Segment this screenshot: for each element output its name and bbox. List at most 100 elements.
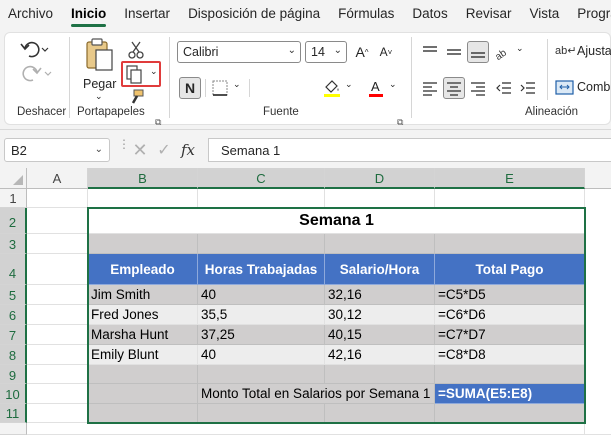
table-cell[interactable]: Jim Smith xyxy=(88,285,198,305)
tab-disposicion-pagina[interactable]: Disposición de página xyxy=(179,0,329,28)
table-cell[interactable]: 32,16 xyxy=(325,285,435,305)
copy-button[interactable]: ⌄ xyxy=(121,61,161,87)
row-header-6[interactable]: 6 xyxy=(0,305,27,325)
name-box[interactable]: B2 ⌄ xyxy=(4,138,110,162)
font-name-select[interactable]: Calibri ⌄ xyxy=(177,41,301,63)
cell-a5[interactable] xyxy=(27,285,88,305)
cell-a7[interactable] xyxy=(27,325,88,345)
merge-center-button[interactable]: Comb xyxy=(553,77,611,99)
increase-indent-button[interactable] xyxy=(517,77,539,99)
chevron-down-icon[interactable]: ⌄ xyxy=(345,79,353,90)
row-header-11[interactable]: 11 xyxy=(0,404,27,423)
align-right-button[interactable] xyxy=(467,77,489,99)
align-left-button[interactable] xyxy=(419,77,441,99)
tab-archivo[interactable]: Archivo xyxy=(0,0,62,28)
cell-b11[interactable] xyxy=(88,404,198,423)
cell-b9[interactable] xyxy=(88,365,198,384)
table-cell[interactable]: 37,25 xyxy=(198,325,325,345)
cell-c3[interactable] xyxy=(198,234,325,254)
cell-f-column[interactable] xyxy=(585,189,611,435)
cell-a11[interactable] xyxy=(27,404,88,423)
cell-e3[interactable] xyxy=(435,234,585,254)
cancel-icon[interactable]: ✕ xyxy=(128,140,152,161)
align-bottom-button[interactable] xyxy=(467,41,489,63)
table-cell[interactable]: =C8*D8 xyxy=(435,345,585,365)
tab-insertar[interactable]: Insertar xyxy=(115,0,179,28)
align-top-button[interactable] xyxy=(419,41,441,63)
column-header-b[interactable]: B xyxy=(88,168,198,189)
bold-button[interactable]: N xyxy=(179,77,201,99)
redo-button[interactable] xyxy=(17,63,53,85)
formula-input[interactable]: Semana 1 xyxy=(208,138,611,162)
cell-b1[interactable] xyxy=(88,189,198,208)
row-header-10[interactable]: 10 xyxy=(0,384,27,404)
table-cell[interactable]: =C6*D6 xyxy=(435,305,585,325)
align-middle-button[interactable] xyxy=(443,41,465,63)
table-cell[interactable]: Marsha Hunt xyxy=(88,325,198,345)
cell-d9[interactable] xyxy=(325,365,435,384)
cell-b3[interactable] xyxy=(88,234,198,254)
table-cell[interactable]: Emily Blunt xyxy=(88,345,198,365)
row-header-4[interactable]: 4 xyxy=(0,254,27,285)
cell-c9[interactable] xyxy=(198,365,325,384)
tab-revisar[interactable]: Revisar xyxy=(457,0,521,28)
cell-a6[interactable] xyxy=(27,305,88,325)
table-cell[interactable]: 40 xyxy=(198,285,325,305)
table-cell[interactable]: Fred Jones xyxy=(88,305,198,325)
cell-e11[interactable] xyxy=(435,404,585,423)
select-all-button[interactable] xyxy=(0,168,27,189)
header-horas-trabajadas[interactable]: Horas Trabajadas xyxy=(198,254,325,285)
table-title[interactable]: Semana 1 xyxy=(88,208,585,234)
cell-d1[interactable] xyxy=(325,189,435,208)
tab-programador[interactable]: Progra xyxy=(568,0,611,28)
chevron-down-icon[interactable]: ⌄ xyxy=(516,43,524,54)
row-header-9[interactable]: 9 xyxy=(0,365,27,384)
format-painter-button[interactable] xyxy=(125,89,147,107)
cell-c1[interactable] xyxy=(198,189,325,208)
decrease-font-size-button[interactable]: A ˅ xyxy=(375,41,397,63)
cell-a9[interactable] xyxy=(27,365,88,384)
header-salario-hora[interactable]: Salario/Hora xyxy=(325,254,435,285)
row-header-12[interactable] xyxy=(0,423,27,435)
cell-b10[interactable] xyxy=(88,384,198,404)
cell-a2[interactable] xyxy=(27,208,88,234)
row-header-1[interactable]: 1 xyxy=(0,189,27,208)
tab-vista[interactable]: Vista xyxy=(520,0,568,28)
orientation-button[interactable]: ab xyxy=(493,41,515,63)
borders-button[interactable] xyxy=(209,77,231,99)
increase-font-size-button[interactable]: A ^ xyxy=(351,41,373,63)
fill-color-button[interactable] xyxy=(321,77,343,99)
table-cell[interactable]: 40 xyxy=(198,345,325,365)
table-cell[interactable]: =C5*D5 xyxy=(435,285,585,305)
wrap-text-button[interactable]: ab↵ Ajusta xyxy=(553,41,611,63)
row-header-3[interactable]: 3 xyxy=(0,234,27,254)
dialog-launcher-icon[interactable]: ⧉ xyxy=(397,117,407,127)
table-cell[interactable]: =C7*D7 xyxy=(435,325,585,345)
column-header-a[interactable]: A xyxy=(27,168,88,189)
chevron-down-icon[interactable]: ⌄ xyxy=(233,79,241,90)
table-cell[interactable]: 35,5 xyxy=(198,305,325,325)
column-header-e[interactable]: E xyxy=(435,168,585,189)
cell-d3[interactable] xyxy=(325,234,435,254)
table-cell[interactable]: 30,12 xyxy=(325,305,435,325)
row-header-8[interactable]: 8 xyxy=(0,345,27,365)
paste-button[interactable]: Pegar ⌄ xyxy=(79,37,119,103)
tab-datos[interactable]: Datos xyxy=(403,0,456,28)
cell-a1[interactable] xyxy=(27,189,88,208)
row-header-2[interactable]: 2 xyxy=(0,208,27,234)
dialog-launcher-icon[interactable]: ⧉ xyxy=(155,117,165,127)
chevron-down-icon[interactable]: ⌄ xyxy=(389,79,397,90)
cell-a3[interactable] xyxy=(27,234,88,254)
row-header-7[interactable]: 7 xyxy=(0,325,27,345)
total-label[interactable]: Monto Total en Salarios por Semana 1 xyxy=(198,384,435,404)
cell-row-12[interactable] xyxy=(27,423,585,435)
decrease-indent-button[interactable] xyxy=(493,77,515,99)
undo-button[interactable] xyxy=(17,39,53,61)
align-center-button[interactable] xyxy=(443,77,465,99)
cell-d11[interactable] xyxy=(325,404,435,423)
font-color-button[interactable]: A xyxy=(365,77,387,99)
header-empleado[interactable]: Empleado xyxy=(88,254,198,285)
cell-a8[interactable] xyxy=(27,345,88,365)
cut-button[interactable] xyxy=(125,39,147,61)
insert-function-button[interactable]: fx xyxy=(176,141,200,159)
